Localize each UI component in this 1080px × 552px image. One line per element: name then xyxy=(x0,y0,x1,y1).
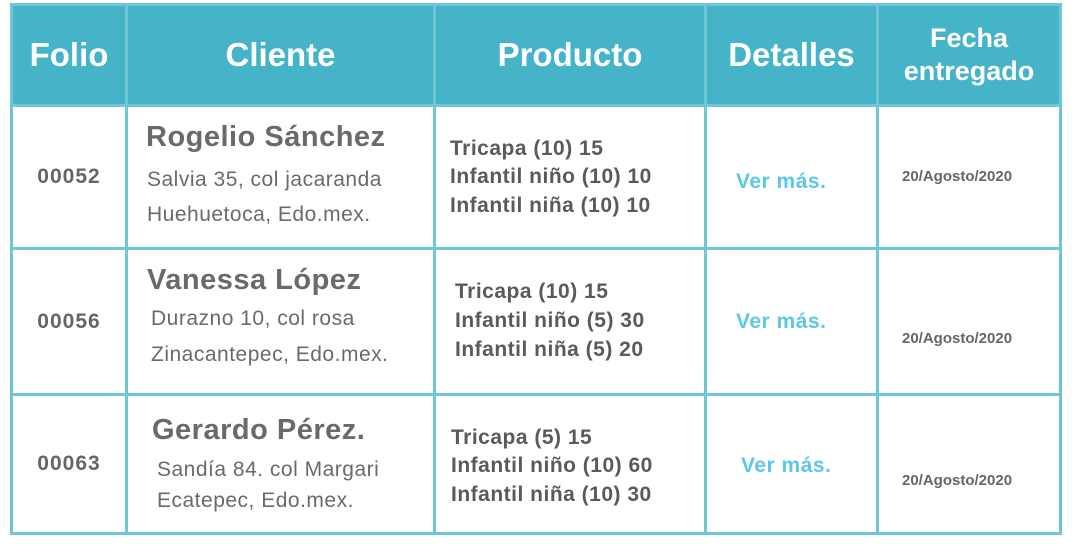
ver-mas-link[interactable]: Ver más. xyxy=(736,170,826,194)
header-producto: Producto xyxy=(433,3,707,107)
cliente-direccion-2: Ecatepec, Edo.mex. xyxy=(157,489,354,512)
table-row-detalles: Ver más. xyxy=(704,104,879,250)
producto-linea: Infantil niña (10) 10 xyxy=(450,194,651,217)
table-row-producto: Tricapa (10) 15 Infantil niño (5) 30 Inf… xyxy=(433,247,707,396)
producto-linea: Tricapa (5) 15 xyxy=(451,426,593,449)
header-detalles-label: Detalles xyxy=(728,36,855,73)
table-row-producto: Tricapa (10) 15 Infantil niño (10) 10 In… xyxy=(433,104,707,250)
cliente-direccion-1: Durazno 10, col rosa xyxy=(151,307,355,330)
table-row-cliente: Vanessa López Durazno 10, col rosa Zinac… xyxy=(125,247,436,396)
table-row-detalles: Ver más. xyxy=(704,393,879,535)
producto-linea: Infantil niña (5) 20 xyxy=(455,338,644,361)
orders-table: Folio Cliente Producto Detalles Fecha en… xyxy=(0,0,1080,552)
header-folio-label: Folio xyxy=(29,36,109,73)
table-row-cliente: Rogelio Sánchez Salvia 35, col jacaranda… xyxy=(125,104,436,250)
table-row-detalles: Ver más. xyxy=(704,247,879,396)
fecha-entregado-value: 20/Agosto/2020 xyxy=(902,472,1013,489)
header-fecha-line1: Fecha xyxy=(929,23,1009,53)
fecha-entregado-value: 20/Agosto/2020 xyxy=(902,168,1013,185)
table-row-fecha: 20/Agosto/2020 xyxy=(876,247,1062,396)
header-producto-label: Producto xyxy=(497,36,643,73)
table-row-cliente: Gerardo Pérez. Sandía 84. col Margari Ec… xyxy=(125,393,436,535)
folio-value: 00052 xyxy=(37,165,101,188)
ver-mas-link[interactable]: Ver más. xyxy=(741,454,831,478)
producto-linea: Tricapa (10) 15 xyxy=(455,280,609,303)
table-row-folio: 00052 xyxy=(10,104,128,250)
table-row-folio: 00056 xyxy=(10,247,128,396)
header-detalles: Detalles xyxy=(704,3,879,107)
cliente-direccion-1: Salvia 35, col jacaranda xyxy=(147,168,382,191)
cliente-direccion-1: Sandía 84. col Margari xyxy=(157,458,380,481)
header-cliente-label: Cliente xyxy=(225,36,336,73)
producto-linea: Infantil niña (10) 30 xyxy=(451,483,652,506)
cliente-nombre: Gerardo Pérez. xyxy=(152,414,366,446)
folio-value: 00056 xyxy=(37,309,101,333)
table-row-folio: 00063 xyxy=(10,393,128,535)
folio-value: 00063 xyxy=(37,452,101,475)
table-row-fecha: 20/Agosto/2020 xyxy=(876,104,1062,250)
fecha-entregado-value: 20/Agosto/2020 xyxy=(902,330,1013,347)
header-cliente: Cliente xyxy=(125,3,436,107)
table-row-producto: Tricapa (5) 15 Infantil niño (10) 60 Inf… xyxy=(433,393,707,535)
header-fecha-line2: entregado xyxy=(903,56,1035,86)
cliente-nombre: Vanessa López xyxy=(147,264,362,296)
header-folio: Folio xyxy=(10,3,128,107)
producto-linea: Tricapa (10) 15 xyxy=(450,137,604,160)
ver-mas-link[interactable]: Ver más. xyxy=(736,310,826,334)
producto-linea: Infantil niño (10) 60 xyxy=(451,454,653,477)
producto-linea: Infantil niño (10) 10 xyxy=(450,165,652,188)
cliente-nombre: Rogelio Sánchez xyxy=(146,121,386,153)
cliente-direccion-2: Zinacantepec, Edo.mex. xyxy=(151,343,389,366)
cliente-direccion-2: Huehuetoca, Edo.mex. xyxy=(147,203,371,226)
table-row-fecha: 20/Agosto/2020 xyxy=(876,393,1062,535)
header-fecha-entregado: Fecha entregado xyxy=(876,3,1062,107)
producto-linea: Infantil niño (5) 30 xyxy=(455,309,645,332)
